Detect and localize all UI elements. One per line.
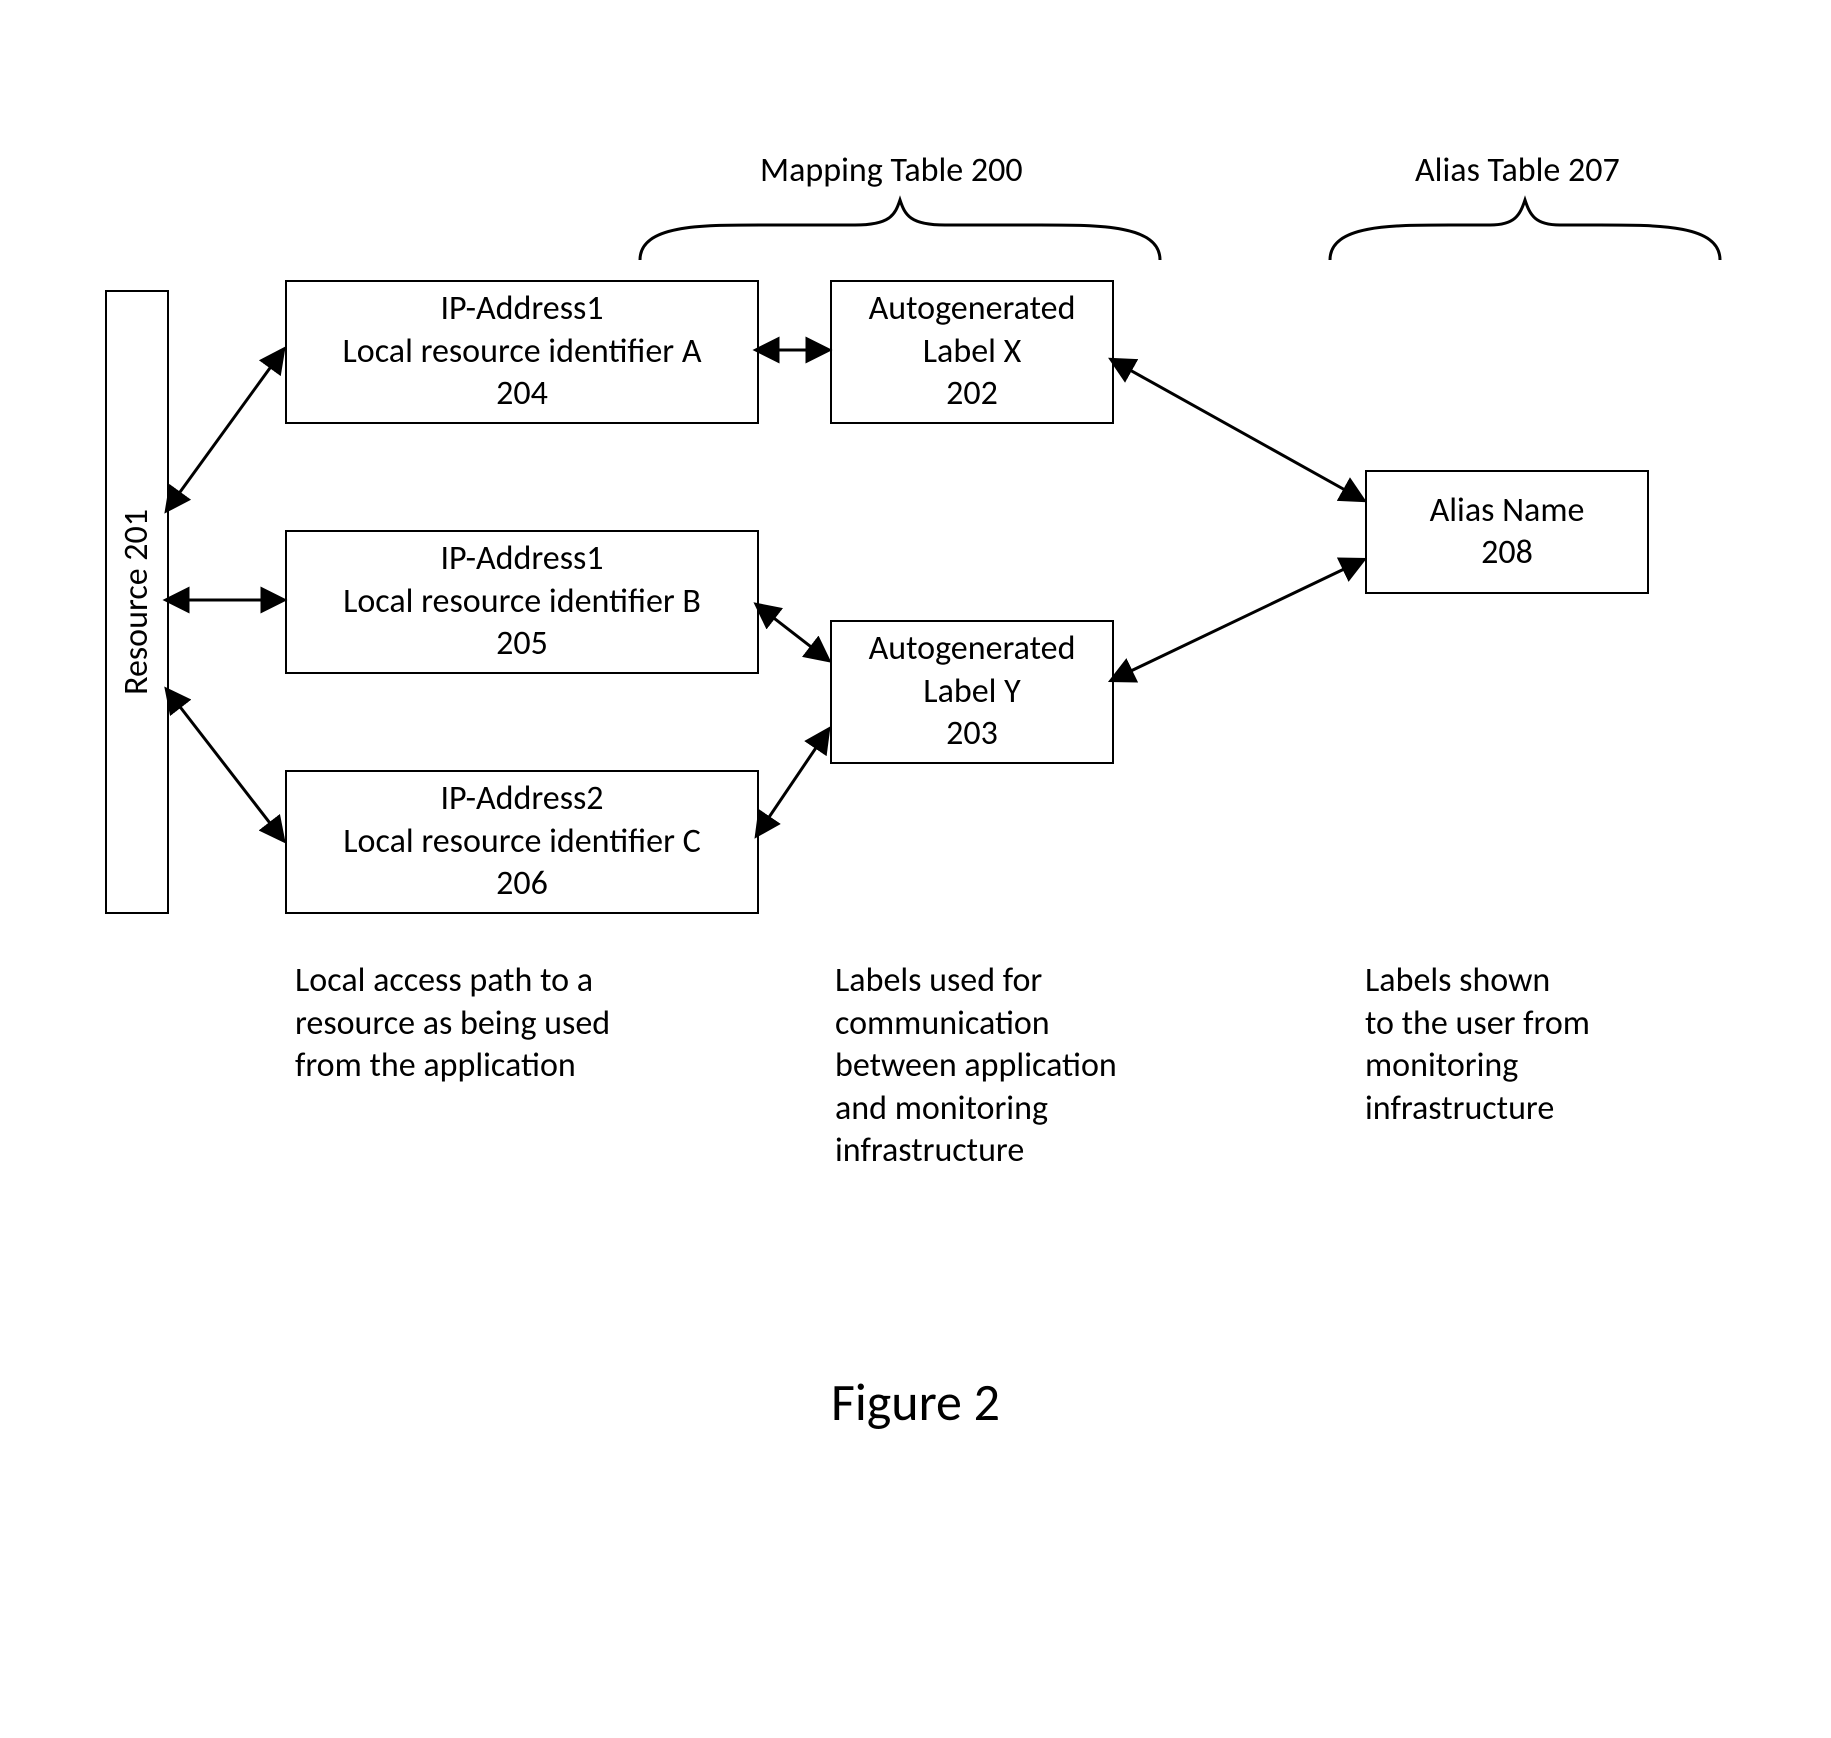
caption-labels-shown: Labels shown to the user from monitoring… <box>1365 960 1590 1130</box>
diagram-canvas: Mapping Table 200 Alias Table 207 Resour… <box>0 0 1831 1738</box>
box-autolabel-y-203: Autogenerated Label Y 203 <box>830 620 1114 764</box>
header-alias-table: Alias Table 207 <box>1415 150 1620 193</box>
caption-labels-communication: Labels used for communication between ap… <box>835 960 1117 1173</box>
box-local-b-205: IP-Address1 Local resource identifier B … <box>285 530 759 674</box>
box-local-a-204: IP-Address1 Local resource identifier A … <box>285 280 759 424</box>
box-autolabel-x-202: Autogenerated Label X 202 <box>830 280 1114 424</box>
box-local-c-206: IP-Address2 Local resource identifier C … <box>285 770 759 914</box>
figure-caption: Figure 2 <box>0 1370 1831 1434</box>
caption-local-access: Local access path to a resource as being… <box>295 960 610 1088</box>
diagram-arrows <box>0 0 1831 1738</box>
header-mapping-table: Mapping Table 200 <box>760 150 1023 193</box>
resource-label: Resource 201 <box>116 509 159 695</box>
box-alias-name-208: Alias Name 208 <box>1365 470 1649 594</box>
box-resource-201: Resource 201 <box>105 290 169 914</box>
